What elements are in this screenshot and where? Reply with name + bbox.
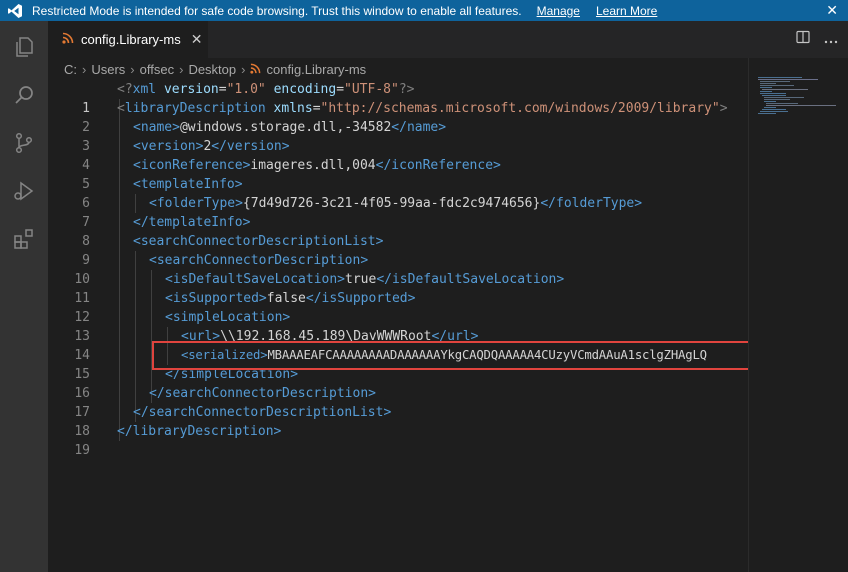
learn-more-link[interactable]: Learn More: [596, 4, 657, 18]
breadcrumb-item[interactable]: C:: [64, 62, 77, 77]
search-icon[interactable]: [0, 71, 48, 119]
highlight-annotation-box: [152, 341, 748, 370]
source-control-icon[interactable]: [0, 119, 48, 167]
line-number: 19: [74, 443, 90, 458]
code-line: 6 <templateInfo>: [48, 175, 748, 211]
vscode-logo-icon: [0, 0, 30, 21]
code-line: 3 <name>@windows.storage.dll,-34582</nam…: [48, 118, 748, 154]
minimap-line: [766, 103, 798, 104]
files-icon[interactable]: [0, 23, 48, 71]
minimap-line: [762, 109, 786, 110]
restricted-mode-banner: Restricted Mode is intended for safe cod…: [0, 0, 848, 21]
minimap-line: [760, 87, 772, 88]
minimap-line: [766, 105, 836, 106]
tab-close-icon[interactable]: ✕: [191, 31, 203, 48]
code-line: 9 <searchConnectorDescriptionList>: [48, 232, 748, 268]
code-line: 10 <searchConnectorDescription>: [48, 251, 748, 287]
breadcrumb-item[interactable]: Desktop: [188, 62, 236, 77]
extensions-icon[interactable]: [0, 215, 48, 263]
minimap-line: [758, 79, 818, 80]
minimap-line: [760, 85, 794, 86]
minimap-line: [758, 77, 802, 78]
minimap-line: [764, 99, 790, 100]
minimap-line: [760, 81, 790, 82]
breadcrumb-item[interactable]: offsec: [140, 62, 174, 77]
banner-close-button[interactable]: ✕: [826, 2, 838, 19]
minimap-line: [760, 91, 772, 92]
code-line: 12 <isSupported>false</isSupported>: [48, 289, 748, 325]
chevron-right-icon: ›: [179, 61, 184, 77]
chevron-right-icon: ›: [130, 61, 135, 77]
code-line: 7 <folderType>{7d49d726-3c21-4f05-99aa-f…: [48, 194, 748, 230]
code-line: 5 <iconReference>imageres.dll,004</iconR…: [48, 156, 748, 192]
minimap-line: [760, 93, 786, 94]
minimap-line: [762, 89, 808, 90]
code-line: 11 <isDefaultSaveLocation>true</isDefaul…: [48, 270, 748, 306]
minimap-line: [762, 95, 786, 96]
minimap-line: [764, 97, 804, 98]
code-line: 19 </libraryDescription>: [48, 422, 748, 458]
code-line: 4 <version>2</version>: [48, 137, 748, 173]
tab-label: config.Library-ms: [81, 32, 181, 47]
code-editor[interactable]: 1 <?xml version="1.0" encoding="UTF-8"?>…: [48, 80, 748, 572]
tab-config-library[interactable]: config.Library-ms ✕: [48, 21, 208, 58]
rss-file-icon: [62, 32, 74, 47]
tab-bar: config.Library-ms ✕: [48, 21, 848, 58]
code-line: 1 <?xml version="1.0" encoding="UTF-8"?>: [48, 80, 748, 116]
breadcrumb-item[interactable]: config.Library-ms: [266, 62, 366, 77]
minimap-line: [758, 113, 776, 114]
split-editor-icon[interactable]: [796, 30, 810, 49]
manage-link[interactable]: Manage: [537, 4, 580, 18]
rss-file-icon: [250, 62, 261, 77]
banner-message: Restricted Mode is intended for safe cod…: [32, 3, 522, 18]
code-line: 18 </searchConnectorDescriptionList>: [48, 403, 748, 439]
breadcrumb-item[interactable]: Users: [91, 62, 125, 77]
minimap-line: [760, 111, 788, 112]
code-line: 2 <libraryDescription xmlns="http://sche…: [48, 99, 748, 135]
code-line: 8 </templateInfo>: [48, 213, 748, 249]
code-line: 13 <simpleLocation>: [48, 308, 748, 344]
editor-actions: [796, 21, 838, 58]
more-actions-icon[interactable]: [824, 31, 838, 49]
minimap-line: [764, 107, 776, 108]
breadcrumb: C: › Users › offsec › Desktop › config.L…: [48, 58, 748, 80]
minimap[interactable]: [752, 58, 848, 572]
run-debug-icon[interactable]: [0, 167, 48, 215]
chevron-right-icon: ›: [82, 61, 87, 77]
minimap-line: [760, 83, 776, 84]
activity-bar: [0, 21, 48, 572]
minimap-line: [764, 101, 776, 102]
code-line: 17 </searchConnectorDescription>: [48, 384, 748, 420]
chevron-right-icon: ›: [241, 61, 246, 77]
